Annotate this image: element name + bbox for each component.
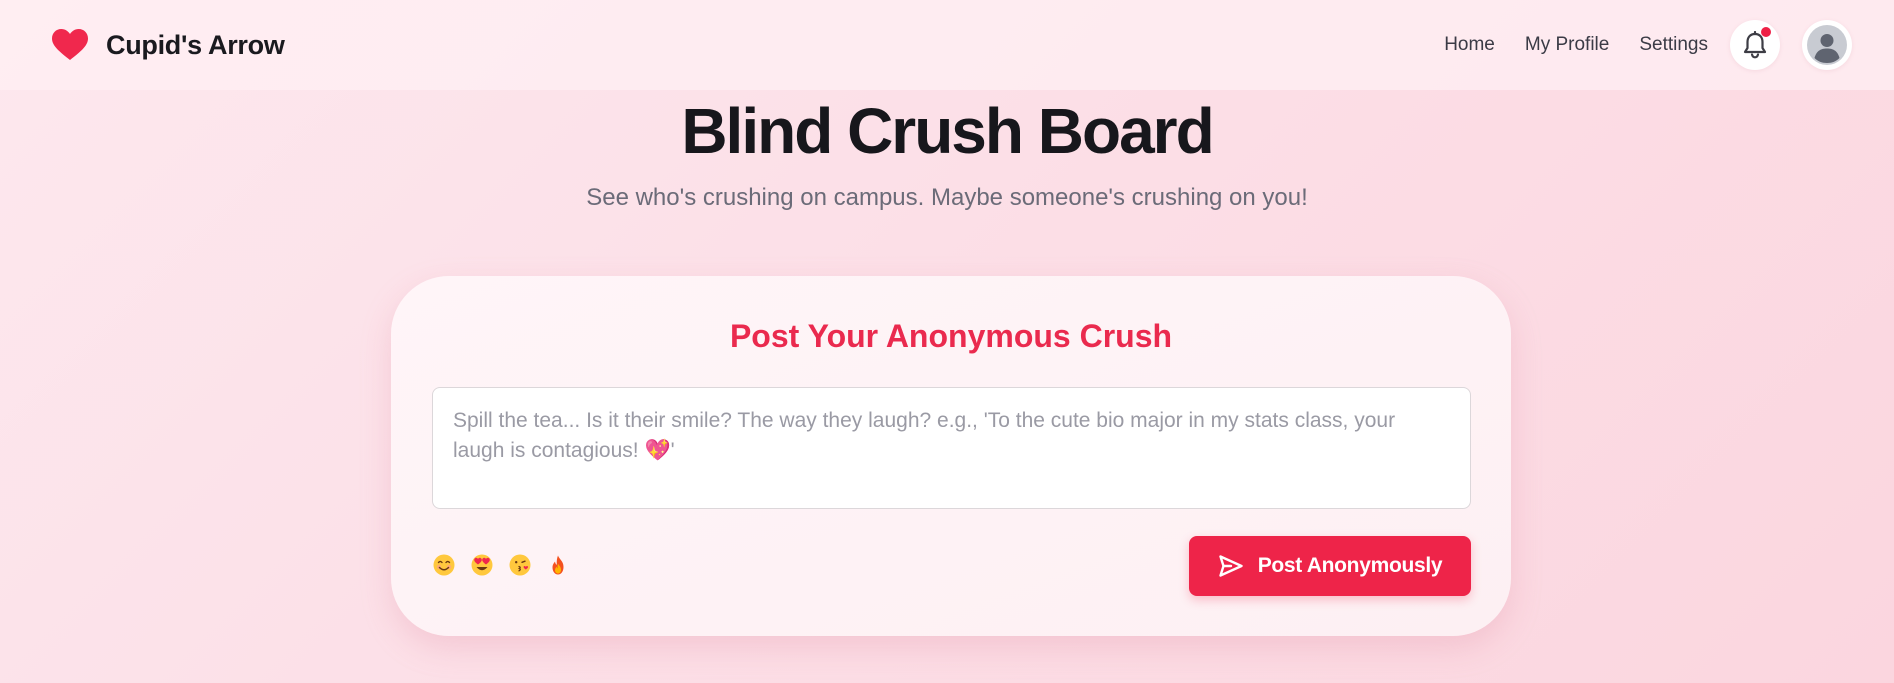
brand[interactable]: Cupid's Arrow (52, 29, 285, 61)
notification-badge-dot (1761, 27, 1771, 37)
main-nav: Home My Profile Settings (1414, 20, 1852, 70)
nav-link-home[interactable]: Home (1444, 34, 1495, 56)
brand-name: Cupid's Arrow (106, 29, 285, 60)
crush-message-input[interactable] (432, 387, 1471, 509)
nav-link-my-profile[interactable]: My Profile (1525, 34, 1609, 56)
page-title: Blind Crush Board (681, 95, 1214, 167)
post-card-title: Post Your Anonymous Crush (729, 318, 1173, 354)
hero-section: Blind Crush Board See who's crushing on … (0, 92, 1894, 212)
post-anonymously-label: Post Anonymously (1257, 554, 1443, 577)
kissing-face-emoji[interactable] (508, 553, 532, 577)
notifications-button[interactable] (1730, 20, 1780, 70)
top-nav-bar: Cupid's Arrow Home My Profile Settings (0, 0, 1894, 90)
send-icon (1218, 554, 1244, 578)
page-subtitle: See who's crushing on campus. Maybe some… (586, 184, 1308, 211)
user-avatar-icon (1807, 25, 1847, 65)
fire-emoji[interactable] (546, 553, 570, 577)
heart-icon (52, 29, 88, 61)
heart-eyes-emoji[interactable] (470, 553, 494, 577)
nav-link-settings[interactable]: Settings (1639, 34, 1708, 56)
user-avatar-button[interactable] (1802, 20, 1852, 70)
emoji-picker-row (432, 553, 570, 577)
smiling-face-emoji[interactable] (432, 553, 456, 577)
post-crush-card: Post Your Anonymous Crush Spill the tea.… (391, 276, 1511, 636)
post-anonymously-button[interactable]: Post Anonymously (1189, 536, 1471, 596)
